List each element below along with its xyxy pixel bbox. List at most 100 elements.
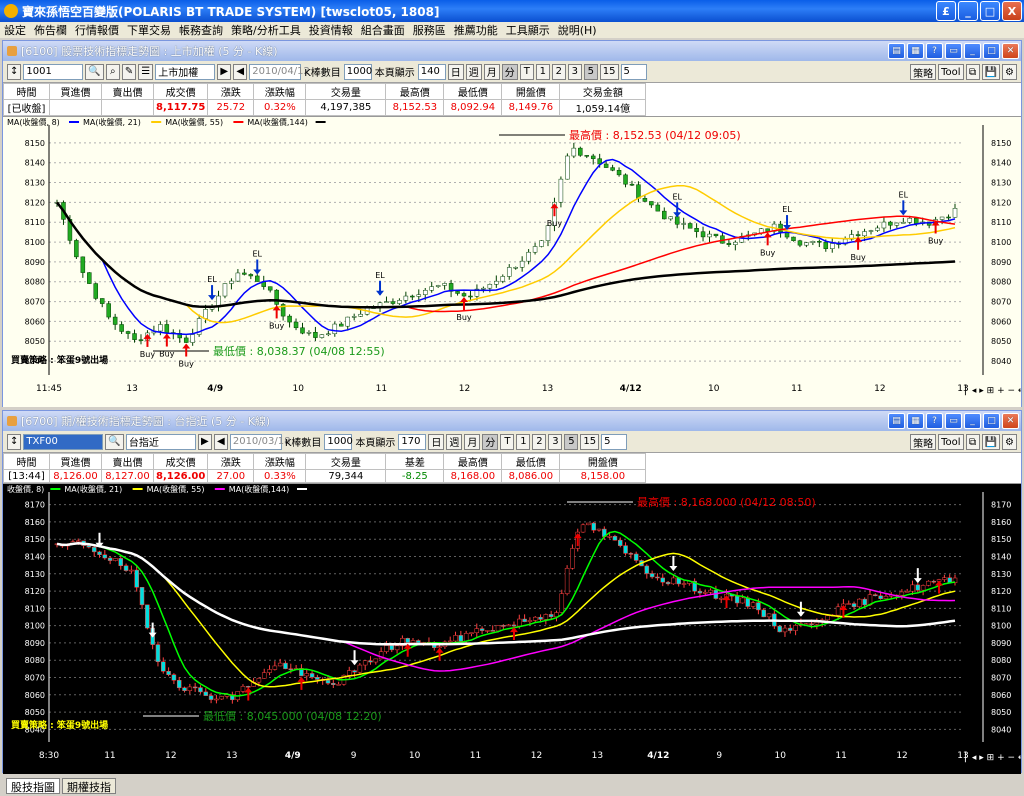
name-field[interactable]: 台指近 — [125, 433, 196, 450]
close-icon[interactable]: ✕ — [1002, 413, 1019, 429]
tab-futures-chart[interactable]: 期權技指 — [62, 778, 116, 794]
x-tick: 11 — [791, 384, 802, 394]
x-tick: 8:30 — [39, 751, 59, 761]
candle — [458, 635, 464, 642]
period-select[interactable]: 5 — [601, 433, 628, 450]
strategy-button[interactable]: 策略 — [910, 434, 937, 450]
period-15[interactable]: 15 — [580, 433, 600, 450]
copy-icon[interactable]: ⧉ — [965, 64, 980, 80]
period-1[interactable]: 1 — [535, 63, 550, 80]
minimize-button[interactable]: _ — [958, 1, 978, 21]
menu-item-8[interactable]: 服務區 — [409, 22, 450, 38]
period-5[interactable]: 5 — [583, 63, 598, 80]
period-1[interactable]: 1 — [516, 433, 531, 450]
menu-item-6[interactable]: 投資情報 — [305, 22, 357, 38]
name-field[interactable]: 上市加權 — [155, 63, 216, 80]
period-day[interactable]: 日 — [447, 63, 464, 80]
play-icon[interactable]: ▶ — [217, 63, 232, 80]
copy-icon[interactable]: ⧉ — [965, 434, 980, 450]
period-week[interactable]: 週 — [446, 433, 463, 450]
period-minute[interactable]: 分 — [501, 63, 518, 80]
y-tick-right: 8120 — [991, 587, 1011, 596]
period-day[interactable]: 日 — [428, 433, 445, 450]
period-minute[interactable]: 分 — [482, 433, 499, 450]
code-input[interactable]: TXF00 — [23, 433, 104, 450]
find-icon[interactable]: ⌕ — [105, 63, 120, 80]
menu-item-1[interactable]: 佈告欄 — [30, 22, 71, 38]
menu-item-5[interactable]: 策略/分析工具 — [227, 22, 305, 38]
candle — [855, 234, 861, 237]
panel-title-bar: [6700] 期/權技術指標走勢圖 : 台指近 (5 分 - K線) ▤ ▦ ?… — [3, 411, 1021, 431]
pound-button[interactable]: £ — [936, 1, 956, 21]
candle — [511, 624, 517, 627]
period-tick[interactable]: T — [500, 433, 515, 450]
settings-icon[interactable]: ⚙ — [1002, 434, 1017, 450]
settings-icon[interactable]: ⚙ — [1002, 64, 1017, 80]
help-icon[interactable]: ? — [926, 413, 943, 429]
menu-item-10[interactable]: 工具顯示 — [502, 22, 554, 38]
page-label: 本頁顯示 — [355, 438, 396, 449]
period-week[interactable]: 週 — [465, 63, 482, 80]
kbar-input[interactable]: 1000 — [343, 63, 372, 80]
page-input[interactable]: 140 — [417, 63, 446, 80]
sort-icon[interactable]: ↕ — [7, 433, 22, 450]
period-tick[interactable]: T — [519, 63, 534, 80]
edit-icon[interactable]: ✎ — [121, 63, 137, 80]
restore-icon[interactable]: ▭ — [945, 413, 962, 429]
maximize-icon[interactable]: □ — [983, 413, 1000, 429]
period-select[interactable]: 5 — [620, 63, 647, 80]
quote-value: 1,059.14億 — [559, 99, 647, 116]
period-month[interactable]: 月 — [483, 63, 500, 80]
search-icon[interactable]: 🔍 — [105, 433, 124, 450]
kbar-input[interactable]: 1000 — [324, 433, 353, 450]
minimize-icon[interactable]: _ — [964, 413, 981, 429]
back-icon[interactable]: ◀ — [213, 433, 228, 450]
menu-item-4[interactable]: 帳務查詢 — [175, 22, 227, 38]
period-3[interactable]: 3 — [548, 433, 563, 450]
strategy-button[interactable]: 策略 — [910, 64, 937, 80]
y-tick-left: 8070 — [25, 674, 45, 683]
maximize-button[interactable]: □ — [980, 1, 1000, 21]
strategy-label: 買賣策略 : 笨蛋9號出場 — [11, 354, 108, 366]
list-icon[interactable]: ☰ — [138, 63, 154, 80]
period-3[interactable]: 3 — [567, 63, 582, 80]
menu-item-11[interactable]: 說明(H) — [554, 22, 601, 38]
menu-item-9[interactable]: 推薦功能 — [450, 22, 502, 38]
page-input[interactable]: 170 — [398, 433, 427, 450]
candle — [761, 609, 766, 618]
period-2[interactable]: 2 — [532, 433, 547, 450]
search-icon[interactable]: 🔍 — [85, 63, 104, 80]
help-icon[interactable]: ? — [926, 43, 943, 59]
layout-icon[interactable]: ▤ — [888, 413, 905, 429]
menu-item-0[interactable]: 設定 — [0, 22, 30, 38]
date-field[interactable]: 2010/03/18 — [229, 433, 290, 450]
code-input[interactable]: 1001 — [23, 63, 84, 80]
sort-icon[interactable]: ↕ — [7, 63, 22, 80]
tile-icon[interactable]: ▦ — [907, 43, 924, 59]
tool-button[interactable]: Tool — [938, 434, 964, 450]
restore-icon[interactable]: ▭ — [945, 43, 962, 59]
back-icon[interactable]: ◀ — [233, 63, 248, 80]
menu-item-7[interactable]: 組合畫面 — [357, 22, 409, 38]
play-icon[interactable]: ▶ — [197, 433, 212, 450]
layout-icon[interactable]: ▤ — [888, 43, 905, 59]
minimize-icon[interactable]: _ — [964, 43, 981, 59]
tab-stock-chart[interactable]: 股技指圖 — [6, 778, 60, 794]
period-5[interactable]: 5 — [564, 433, 579, 450]
menu-item-3[interactable]: 下單交易 — [123, 22, 175, 38]
save-icon[interactable]: 💾 — [981, 434, 1001, 450]
close-button[interactable]: X — [1002, 1, 1022, 21]
period-month[interactable]: 月 — [464, 433, 481, 450]
save-icon[interactable]: 💾 — [981, 64, 1001, 80]
date-field[interactable]: 2010/04/12 — [249, 63, 310, 80]
maximize-icon[interactable]: □ — [983, 43, 1000, 59]
tile-icon[interactable]: ▦ — [907, 413, 924, 429]
period-2[interactable]: 2 — [551, 63, 566, 80]
signal-label: Buy — [760, 248, 776, 257]
close-icon[interactable]: ✕ — [1002, 43, 1019, 59]
candle — [644, 565, 650, 574]
candle — [352, 670, 357, 673]
tool-button[interactable]: Tool — [938, 64, 964, 80]
menu-item-2[interactable]: 行情報價 — [71, 22, 123, 38]
period-15[interactable]: 15 — [599, 63, 619, 80]
